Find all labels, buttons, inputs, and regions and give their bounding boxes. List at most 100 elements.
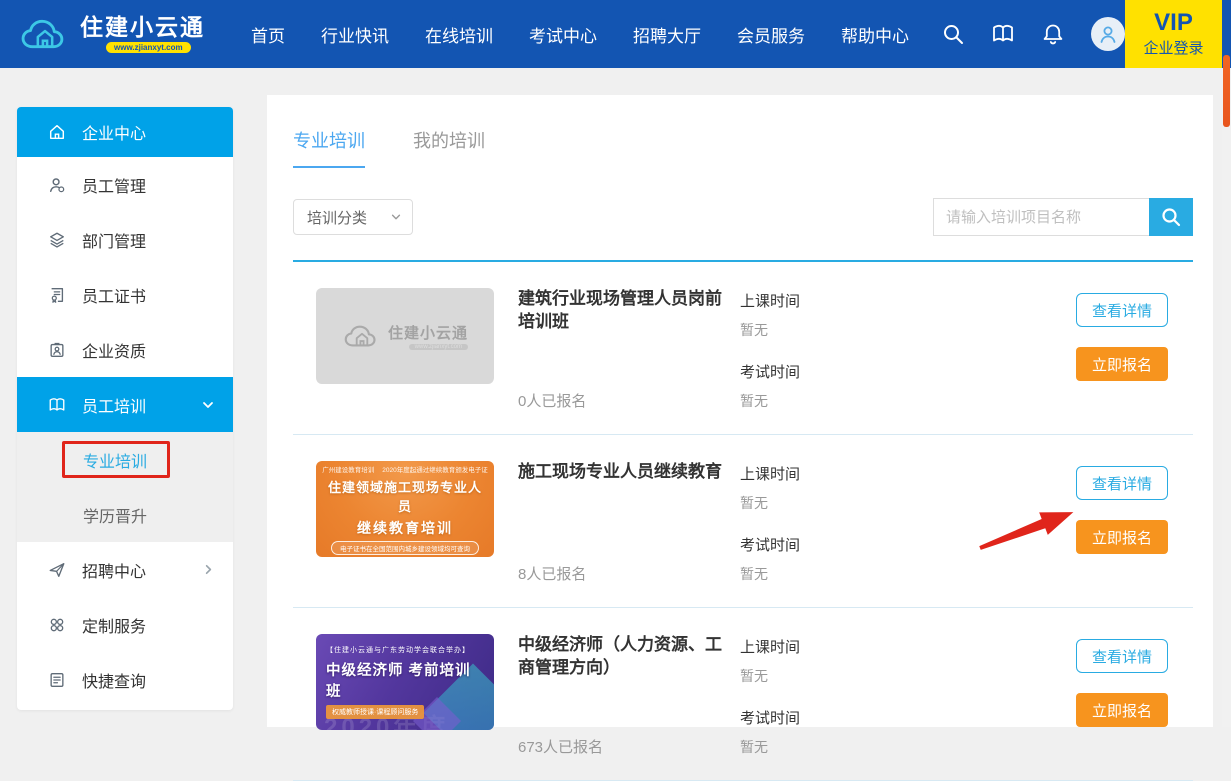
enrolled-count: 673人已报名 xyxy=(518,736,730,757)
nav-item-home[interactable]: 首页 xyxy=(251,22,285,47)
cloud-house-logo-icon xyxy=(18,13,72,55)
nav-item-help-center[interactable]: 帮助中心 xyxy=(841,22,909,47)
view-details-button[interactable]: 查看详情 xyxy=(1076,466,1168,500)
brand-name: 住建小云通 xyxy=(80,15,205,40)
sidebar-item-label: 员工管理 xyxy=(82,173,146,197)
enroll-now-button[interactable]: 立即报名 xyxy=(1076,693,1168,727)
sidebar-item-recruitment-center[interactable]: 招聘中心 xyxy=(17,542,233,597)
tab-professional-training[interactable]: 专业培训 xyxy=(293,127,365,168)
class-time-value: 暂无 xyxy=(740,493,800,513)
brand-logo[interactable]: 住建小云通 www.zjianxyt.com xyxy=(18,13,205,55)
vip-label: VIP xyxy=(1154,10,1193,36)
bell-icon[interactable] xyxy=(1041,22,1065,46)
nav-item-member-services[interactable]: 会员服务 xyxy=(737,22,805,47)
nav-item-online-training[interactable]: 在线培训 xyxy=(425,22,493,47)
search-input[interactable] xyxy=(933,198,1149,236)
nav-icons xyxy=(941,17,1125,51)
sidebar-item-label: 部门管理 xyxy=(82,228,146,252)
placeholder-logo-text: 住建小云通 xyxy=(388,322,468,343)
placeholder-logo: 住建小云通 www.zjianxyt.com xyxy=(342,321,468,351)
nav-item-industry-news[interactable]: 行业快讯 xyxy=(321,22,389,47)
course-title[interactable]: 施工现场专业人员继续教育 xyxy=(518,461,730,484)
sidebar-subitem-professional-training[interactable]: 专业培训 xyxy=(17,432,233,487)
brand-url-badge: www.zjianxyt.com xyxy=(106,42,191,53)
banner-title: 中级经济师 考前培训班 xyxy=(326,659,484,701)
nav-item-exam-center[interactable]: 考试中心 xyxy=(529,22,597,47)
sidebar-item-label: 快捷查询 xyxy=(82,668,146,692)
banner-top-text: 【住建小云通与广东劳动学会联合举办】 xyxy=(326,645,470,655)
course-thumbnail[interactable]: 住建小云通 www.zjianxyt.com xyxy=(316,288,494,384)
view-details-button[interactable]: 查看详情 xyxy=(1076,293,1168,327)
avatar[interactable] xyxy=(1091,17,1125,51)
tab-bar: 专业培训 我的培训 xyxy=(293,95,1193,168)
search-button[interactable] xyxy=(1149,198,1193,236)
exam-time-value: 暂无 xyxy=(740,564,800,584)
training-category-select[interactable]: 培训分类 xyxy=(293,199,413,235)
sidebar: 企业中心 员工管理 部门管理 员工证书 企业资质 员工培训 专业培训 xyxy=(17,107,233,710)
sidebar-item-label: 招聘中心 xyxy=(82,558,146,582)
main-content: 专业培训 我的培训 培训分类 xyxy=(267,95,1213,727)
sidebar-item-label: 员工证书 xyxy=(82,283,146,307)
select-value: 培训分类 xyxy=(307,207,367,228)
certificate-icon xyxy=(47,285,67,305)
course-title[interactable]: 中级经济师（人力资源、工商管理方向） xyxy=(518,634,730,680)
class-time-value: 暂无 xyxy=(740,320,800,340)
banner-title-line2: 继续教育培训 xyxy=(357,518,453,538)
view-details-button[interactable]: 查看详情 xyxy=(1076,639,1168,673)
grid-icon xyxy=(47,615,67,635)
course-thumbnail[interactable]: 【住建小云通与广东劳动学会联合举办】 中级经济师 考前培训班 权威教师授课·课程… xyxy=(316,634,494,730)
sidebar-subitem-label: 专业培训 xyxy=(83,448,147,472)
search-icon[interactable] xyxy=(941,22,965,46)
course-row: 【住建小云通与广东劳动学会联合举办】 中级经济师 考前培训班 权威教师授课·课程… xyxy=(293,608,1193,781)
layers-icon xyxy=(47,230,67,250)
sidebar-item-employee-management[interactable]: 员工管理 xyxy=(17,157,233,212)
class-time-label: 上课时间 xyxy=(740,463,800,484)
banner-title-line1: 住建领域施工现场专业人员 xyxy=(322,477,488,515)
book-icon[interactable] xyxy=(991,22,1015,46)
page-scrollbar-thumb[interactable] xyxy=(1223,55,1230,127)
banner-top-text: 广州建设教育培训 2020年度起通过继续教育颁发电子证 xyxy=(322,464,487,474)
enterprise-login-label: 企业登录 xyxy=(1143,37,1203,58)
sidebar-item-enterprise-qualifications[interactable]: 企业资质 xyxy=(17,322,233,377)
vip-enterprise-login-button[interactable]: VIP 企业登录 xyxy=(1125,0,1222,68)
exam-time-label: 考试时间 xyxy=(740,534,800,555)
badge-icon xyxy=(47,340,67,360)
class-time-label: 上课时间 xyxy=(740,290,800,311)
course-row: 住建小云通 www.zjianxyt.com 建筑行业现场管理人员岗前培训班 0… xyxy=(293,262,1193,435)
sidebar-item-quick-query[interactable]: 快捷查询 xyxy=(17,652,233,707)
chevron-down-icon xyxy=(390,211,402,223)
banner-badge: 电子证书在全国范围内城乡建设领域均可查询 xyxy=(331,541,479,555)
exam-time-label: 考试时间 xyxy=(740,707,800,728)
banner-badge: 权威教师授课·课程顾问服务 xyxy=(326,705,424,719)
page-scrollbar-track[interactable] xyxy=(1222,68,1231,727)
exam-time-value: 暂无 xyxy=(740,737,800,757)
enrolled-count: 8人已报名 xyxy=(518,563,730,584)
filter-row: 培训分类 xyxy=(293,198,1193,236)
course-title[interactable]: 建筑行业现场管理人员岗前培训班 xyxy=(518,288,730,334)
sidebar-item-enterprise-center[interactable]: 企业中心 xyxy=(17,107,233,157)
exam-time-label: 考试时间 xyxy=(740,361,800,382)
page: { "colors": { "navbar_blue": "#1355b2", … xyxy=(0,0,1231,727)
sidebar-item-employee-certificates[interactable]: 员工证书 xyxy=(17,267,233,322)
chevron-down-icon xyxy=(201,398,215,412)
doc-icon xyxy=(47,670,67,690)
sidebar-item-employee-training[interactable]: 员工培训 xyxy=(17,377,233,432)
sidebar-subitem-education-advancement[interactable]: 学历晋升 xyxy=(17,487,233,542)
book-icon xyxy=(47,395,67,415)
sidebar-subitem-label: 学历晋升 xyxy=(83,503,147,527)
placeholder-logo-badge: www.zjianxyt.com xyxy=(409,344,468,350)
top-navbar: 住建小云通 www.zjianxyt.com 首页 行业快讯 在线培训 考试中心… xyxy=(0,0,1231,68)
enroll-now-button[interactable]: 立即报名 xyxy=(1076,520,1168,554)
search-icon xyxy=(1160,206,1182,228)
tab-my-training[interactable]: 我的培训 xyxy=(413,127,485,168)
nav-item-job-hall[interactable]: 招聘大厅 xyxy=(633,22,701,47)
sidebar-item-label: 企业中心 xyxy=(82,120,146,144)
enroll-now-button[interactable]: 立即报名 xyxy=(1076,347,1168,381)
sidebar-item-custom-services[interactable]: 定制服务 xyxy=(17,597,233,652)
course-thumbnail[interactable]: 广州建设教育培训 2020年度起通过继续教育颁发电子证 住建领域施工现场专业人员… xyxy=(316,461,494,557)
sidebar-item-label: 企业资质 xyxy=(82,338,146,362)
send-icon xyxy=(47,560,67,580)
sidebar-item-department-management[interactable]: 部门管理 xyxy=(17,212,233,267)
course-row: 广州建设教育培训 2020年度起通过继续教育颁发电子证 住建领域施工现场专业人员… xyxy=(293,435,1193,608)
home-icon xyxy=(47,122,67,142)
